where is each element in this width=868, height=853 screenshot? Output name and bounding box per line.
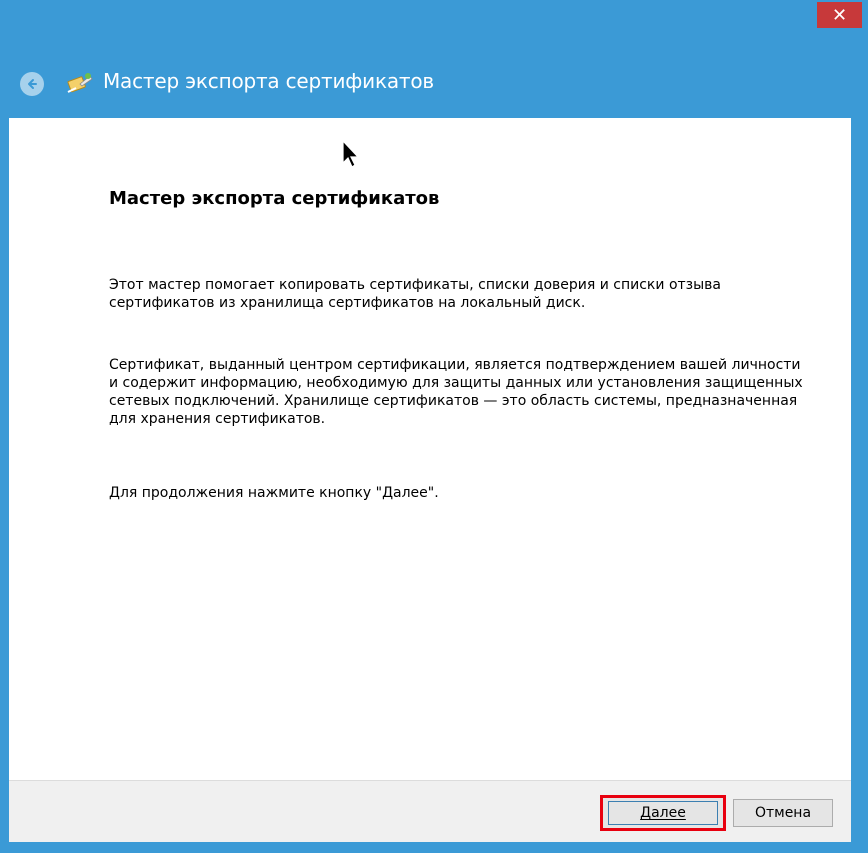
window-title: Мастер экспорта сертификатов [103,69,434,93]
instruction-paragraph: Для продолжения нажмите кнопку "Далее". [109,485,439,501]
description-paragraph: Сертификат, выданный центром сертификаци… [109,357,803,427]
next-button[interactable]: Далее [600,795,726,831]
close-icon: ✕ [831,4,848,26]
intro-paragraph: Этот мастер помогает копировать сертифик… [109,277,721,311]
close-button[interactable]: ✕ [817,2,862,28]
back-button[interactable] [20,72,44,96]
dialog-window: ✕ Мастер экспорта сертификатов Мастер эк… [0,0,868,853]
mouse-pointer-icon [342,139,360,168]
window-bottom-border [0,842,868,853]
title-bar: ✕ [0,0,868,40]
next-button-label: Далее [608,801,718,825]
page-title: Мастер экспорта сертификатов [109,188,440,209]
wizard-header: Мастер экспорта сертификатов [0,56,868,108]
back-arrow-icon [28,79,37,89]
certificate-wizard-icon [67,73,93,93]
wizard-content: Мастер экспорта сертификатов Этот мастер… [9,118,851,780]
cancel-button[interactable]: Отмена [733,799,833,827]
button-bar: Далее Отмена [9,780,851,842]
